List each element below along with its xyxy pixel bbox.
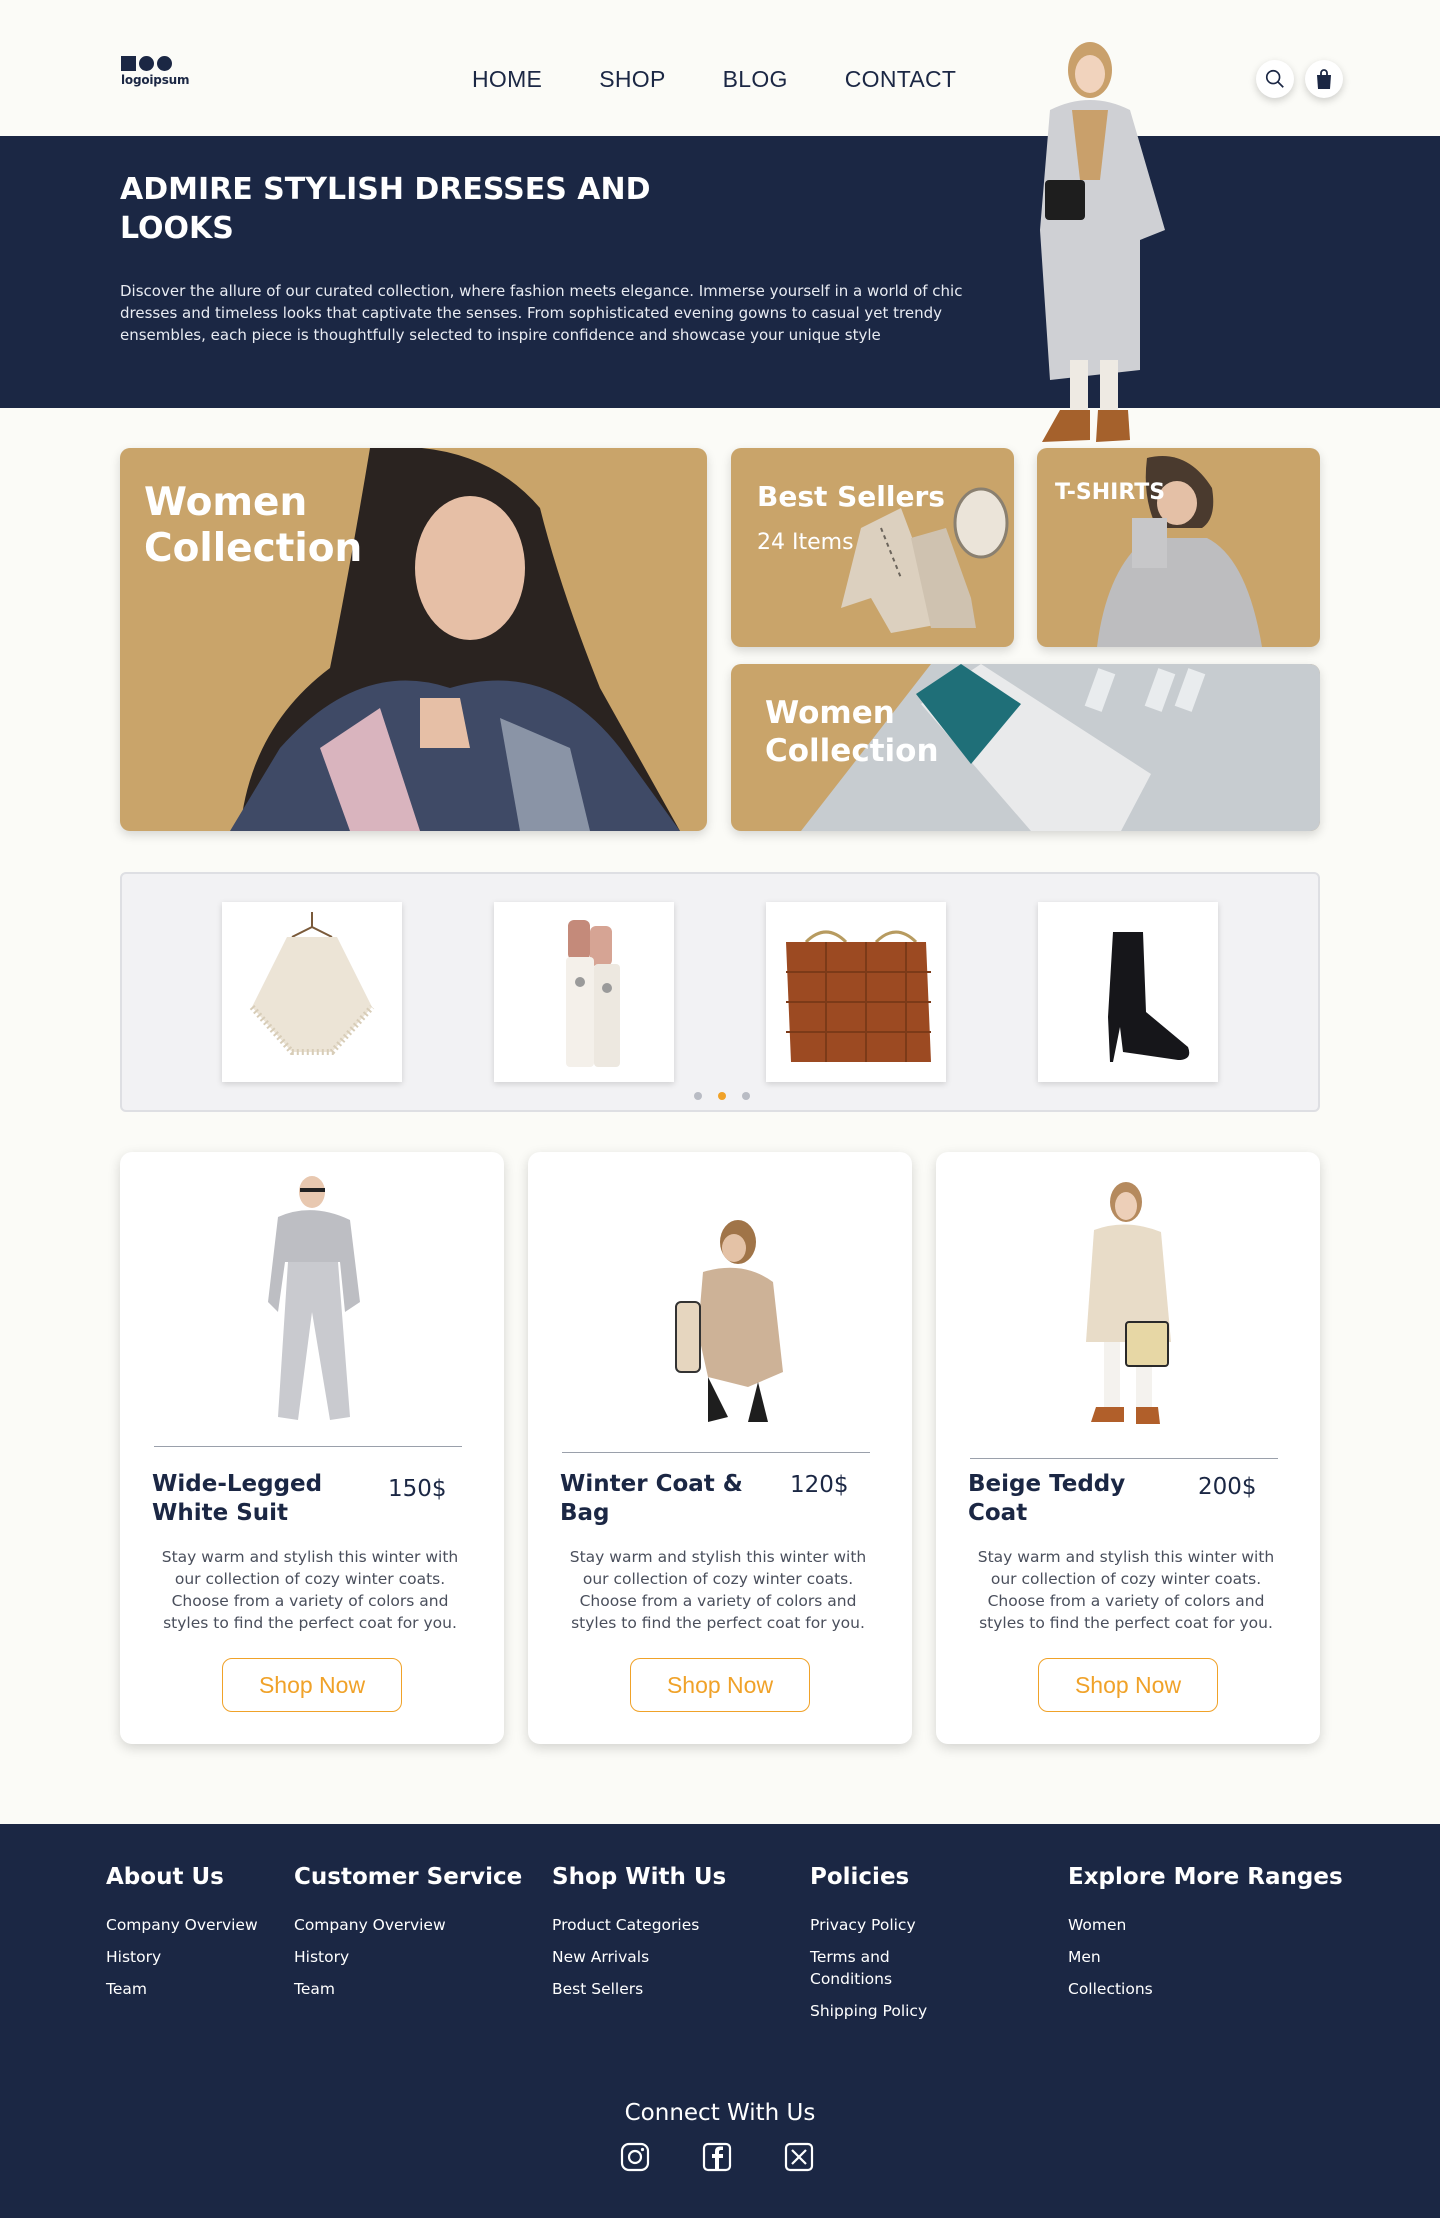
footer-link[interactable]: Company Overview: [106, 1914, 258, 1936]
product-description: Stay warm and stylish this winter with o…: [161, 1548, 459, 1632]
card-divider: [154, 1446, 462, 1447]
hero-model-image: [1040, 42, 1165, 442]
product-card: Winter Coat & Bag 120$ Stay warm and sty…: [528, 1152, 912, 1744]
women-collection-title: Women Collection: [144, 480, 363, 571]
search-button[interactable]: [1256, 60, 1294, 98]
x-icon: [784, 2142, 814, 2172]
shop-now-button[interactable]: Shop Now: [1038, 1658, 1218, 1712]
logo-mark-icon: [121, 56, 189, 71]
product-price: 200$: [1198, 1474, 1257, 1500]
footer-link[interactable]: Collections: [1068, 1978, 1343, 2000]
footer-heading: Explore More Ranges: [1068, 1864, 1343, 1890]
brown-woven-bag-image: [786, 930, 931, 1062]
product-price: 120$: [790, 1472, 849, 1498]
footer-col-customer-service: Customer Service Company Overview Histor…: [294, 1864, 522, 2010]
footer-link[interactable]: Terms and Conditions: [810, 1946, 910, 1990]
hero-banner: ADMIRE STYLISH DRESSES AND LOOKS Discove…: [0, 136, 1440, 408]
site-header: logoipsum HOME SHOP BLOG CONTACT: [0, 0, 1440, 136]
footer-heading: Customer Service: [294, 1864, 523, 1890]
cosmetic-bottles-image: [566, 920, 620, 1067]
tile-women-collection-2[interactable]: Women Collection: [731, 664, 1320, 831]
facebook-link[interactable]: [700, 2140, 734, 2174]
product-image-teddy-coat: [1086, 1182, 1171, 1424]
product-image-white-suit: [268, 1176, 360, 1420]
carousel-dot-2[interactable]: [718, 1092, 726, 1100]
footer-link[interactable]: Men: [1068, 1946, 1343, 1968]
nav-blog[interactable]: BLOG: [723, 66, 788, 93]
footer-heading: Policies: [810, 1864, 910, 1890]
footer-link[interactable]: Team: [106, 1978, 258, 2000]
footer-link[interactable]: New Arrivals: [552, 1946, 726, 1968]
best-sellers-count: 24 Items: [757, 530, 854, 555]
logo[interactable]: logoipsum: [121, 56, 189, 87]
instagram-icon: [620, 2142, 650, 2172]
shopping-bag-icon: [1317, 69, 1331, 89]
product-image-winter-coat: [675, 1220, 783, 1422]
nav-contact[interactable]: CONTACT: [845, 66, 957, 93]
women-collection-2-title: Women Collection: [765, 695, 939, 769]
product-name: Beige Teddy Coat: [968, 1471, 1126, 1526]
tile-best-sellers[interactable]: Best Sellers 24 Items: [731, 448, 1014, 647]
shop-now-button[interactable]: Shop Now: [222, 1658, 402, 1712]
footer-link[interactable]: History: [106, 1946, 258, 1968]
carousel-dot-1[interactable]: [694, 1092, 702, 1100]
footer-col-policies: Policies Privacy Policy Terms and Condit…: [810, 1864, 940, 2032]
product-description: Stay warm and stylish this winter with o…: [569, 1548, 867, 1632]
shop-now-button[interactable]: Shop Now: [630, 1658, 810, 1712]
footer-heading: About Us: [106, 1864, 224, 1890]
nav-shop[interactable]: SHOP: [599, 66, 665, 93]
product-card: Wide-Legged White Suit 150$ Stay warm an…: [120, 1152, 504, 1744]
carousel-item-poncho[interactable]: [222, 902, 402, 1082]
card-divider: [970, 1458, 1278, 1459]
carousel-dots: [694, 1092, 750, 1100]
best-sellers-title: Best Sellers: [757, 480, 945, 513]
card-divider: [562, 1452, 870, 1453]
facebook-icon: [702, 2142, 732, 2172]
social-links: [618, 2140, 816, 2174]
footer-link[interactable]: Team: [294, 1978, 522, 2000]
x-link[interactable]: [782, 2140, 816, 2174]
footer-heading: Shop With Us: [552, 1864, 727, 1890]
product-carousel: [120, 872, 1320, 1112]
footer-link[interactable]: History: [294, 1946, 522, 1968]
footer-link[interactable]: Company Overview: [294, 1914, 522, 1936]
logo-text: logoipsum: [121, 73, 190, 87]
product-description: Stay warm and stylish this winter with o…: [977, 1548, 1275, 1632]
tile-women-collection[interactable]: Women Collection: [120, 448, 707, 831]
carousel-item-boot[interactable]: [1038, 902, 1218, 1082]
footer-link[interactable]: Product Categories: [552, 1914, 726, 1936]
footer-col-about: About Us Company Overview History Team: [106, 1864, 258, 2010]
connect-heading: Connect With Us: [624, 2100, 816, 2126]
product-price: 150$: [388, 1476, 447, 1502]
carousel-item-cosmetics[interactable]: [494, 902, 674, 1082]
carousel-item-bag[interactable]: [766, 902, 946, 1082]
cart-button[interactable]: [1305, 60, 1343, 98]
tshirts-image: [1097, 456, 1262, 647]
footer-col-shop: Shop With Us Product Categories New Arri…: [552, 1864, 726, 2010]
main-nav: HOME SHOP BLOG CONTACT: [472, 66, 956, 93]
footer-link[interactable]: Shipping Policy: [810, 2000, 940, 2022]
carousel-dot-3[interactable]: [742, 1092, 750, 1100]
poncho-image: [249, 912, 375, 1055]
hero-description: Discover the allure of our curated colle…: [120, 282, 963, 344]
tshirts-title: T-SHIRTS: [1055, 480, 1166, 505]
footer-link[interactable]: Best Sellers: [552, 1978, 726, 2000]
product-card: Beige Teddy Coat 200$ Stay warm and styl…: [936, 1152, 1320, 1744]
footer-link[interactable]: Women: [1068, 1914, 1343, 1936]
nav-home[interactable]: HOME: [472, 66, 542, 93]
black-ankle-boot-image: [1108, 932, 1190, 1062]
footer-col-explore: Explore More Ranges Women Men Collection…: [1068, 1864, 1343, 2010]
hero-title: ADMIRE STYLISH DRESSES AND LOOKS: [120, 172, 651, 246]
search-icon: [1265, 69, 1284, 88]
footer-link[interactable]: Privacy Policy: [810, 1914, 940, 1936]
product-name: Winter Coat & Bag: [560, 1471, 743, 1526]
site-footer: About Us Company Overview History Team C…: [0, 1824, 1440, 2218]
instagram-link[interactable]: [618, 2140, 652, 2174]
tile-tshirts[interactable]: T-SHIRTS: [1037, 448, 1320, 647]
product-name: Wide-Legged White Suit: [152, 1471, 323, 1526]
